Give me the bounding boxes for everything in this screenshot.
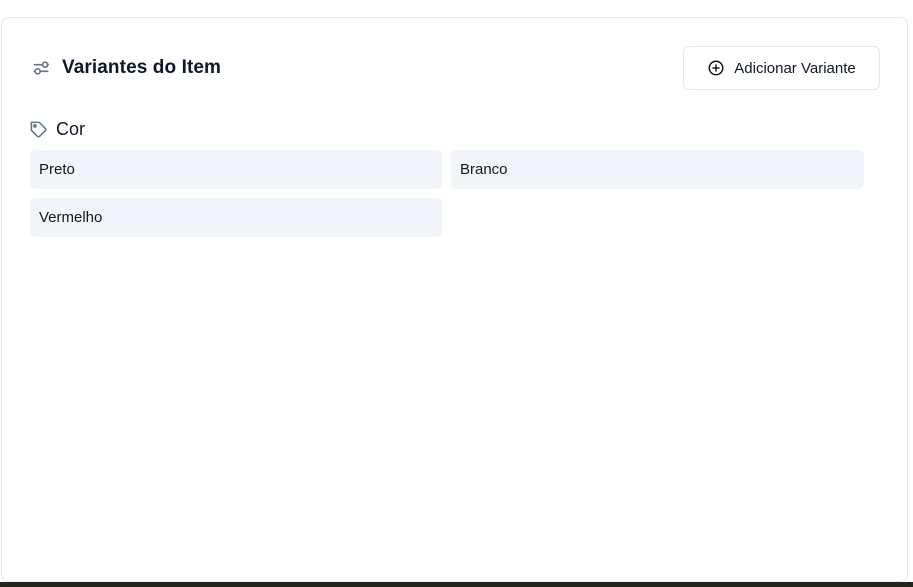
title-group: Variantes do Item [30, 57, 221, 79]
add-variant-button[interactable]: Adicionar Variante [683, 46, 880, 90]
add-variant-label: Adicionar Variante [734, 59, 856, 77]
sliders-icon [30, 57, 52, 79]
card-header: Variantes do Item Adicionar Variante [30, 46, 880, 90]
card-title: Variantes do Item [62, 57, 222, 78]
variant-option[interactable]: Branco [451, 150, 864, 189]
tag-icon [29, 120, 48, 139]
variant-option[interactable]: Vermelho [30, 198, 442, 237]
plus-circle-icon [707, 59, 725, 77]
variants-card: Variantes do Item Adicionar Variante Cor… [1, 17, 908, 582]
variant-option[interactable]: Preto [30, 150, 442, 189]
variant-group-title: Cor [56, 118, 86, 139]
bottom-border-strip [0, 582, 913, 587]
variant-options-grid: Preto Branco Vermelho [30, 150, 864, 237]
variant-group-header: Cor [29, 117, 85, 141]
